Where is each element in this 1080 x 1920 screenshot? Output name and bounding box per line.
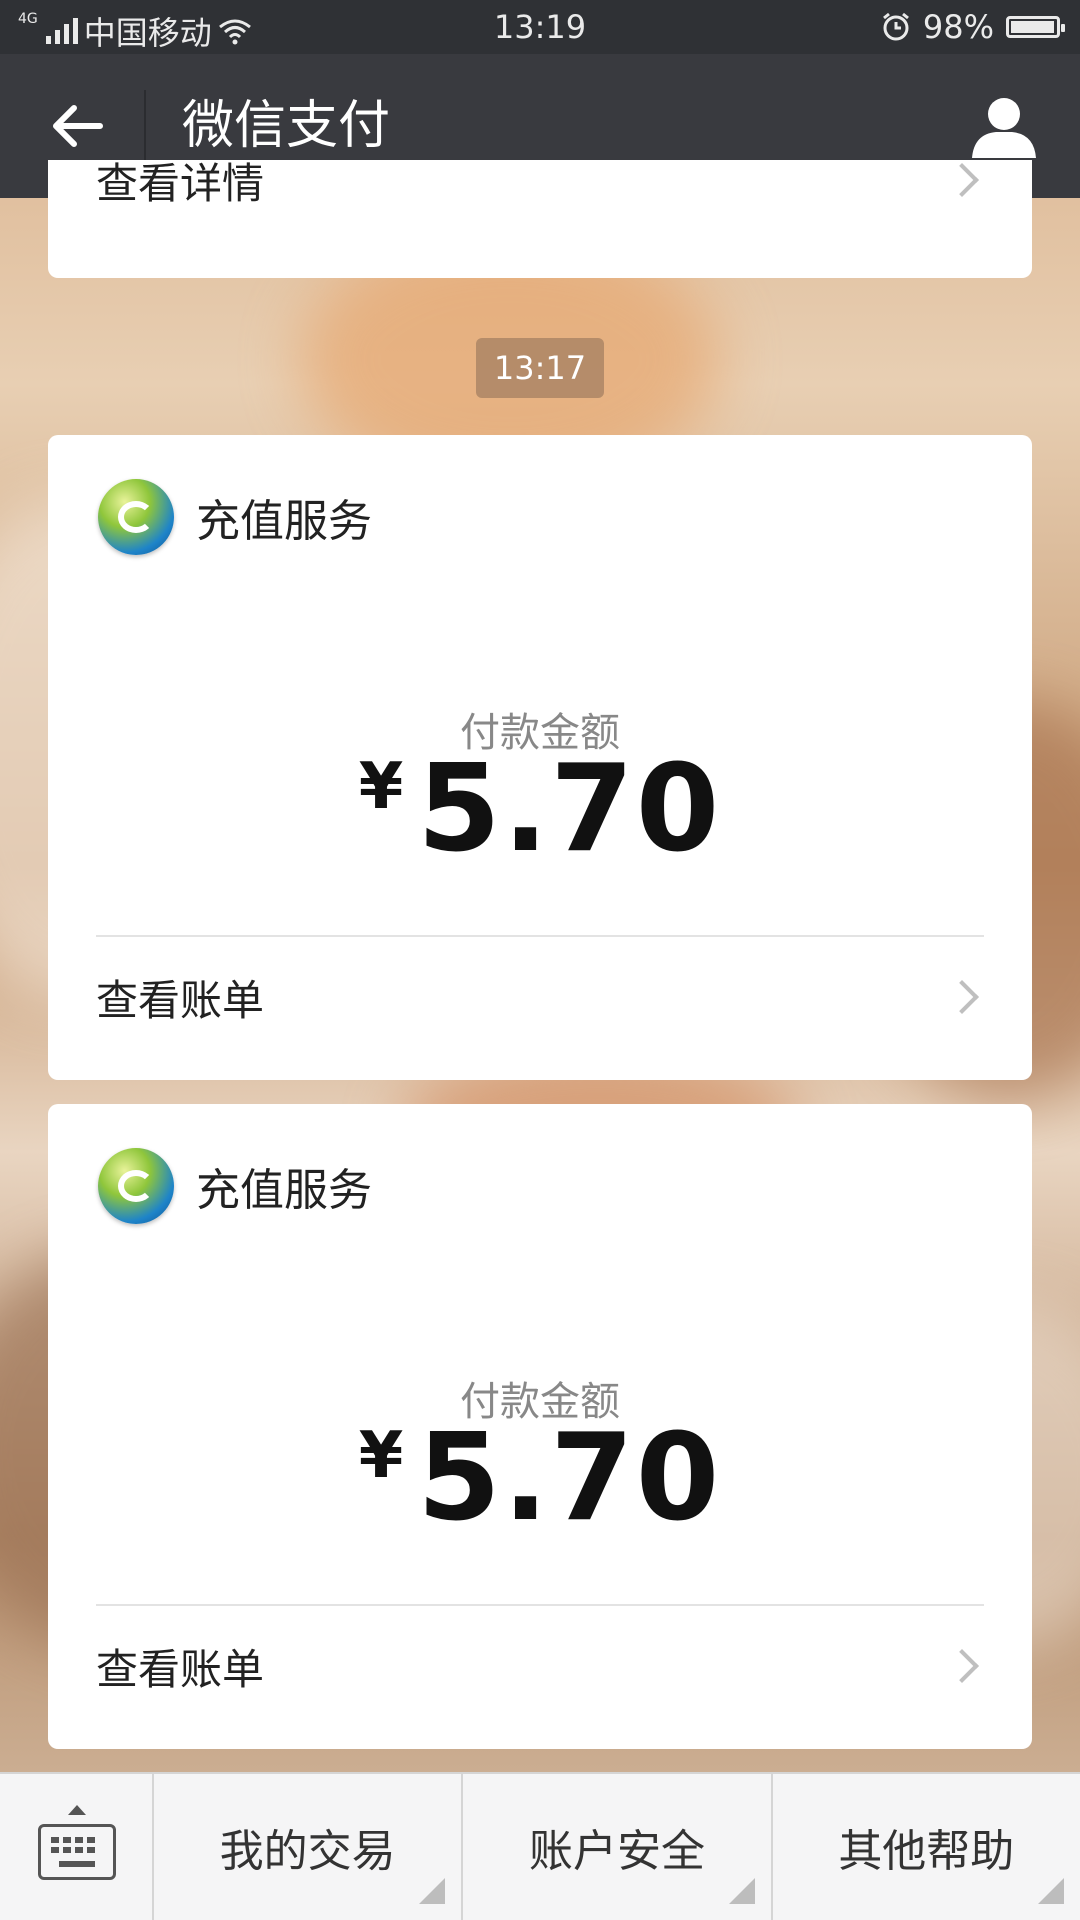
battery-percent: 98% [922,8,994,46]
battery-icon [1006,16,1065,38]
page-title: 微信支付 [182,96,391,156]
view-bill-row[interactable]: 查看账单 [96,937,984,1057]
amount-value: 5.70 [417,1409,722,1548]
view-bill-row[interactable]: 查看账单 [96,1606,984,1726]
view-bill-label: 查看账单 [96,975,265,1025]
currency-symbol: ¥ [358,750,404,824]
alarm-icon [882,12,909,41]
currency-symbol: ¥ [358,1419,404,1493]
payment-message-card[interactable]: 充值服务 付款金额 ¥5.70 查看账单 [48,435,1032,1080]
amount-value: 5.70 [417,740,722,879]
view-bill-label: 查看账单 [96,1644,265,1694]
message-timestamp: 13:17 [476,338,604,398]
title-divider [144,90,146,162]
merchant-name: 充值服务 [196,496,372,547]
status-bar: 4G 中国移动 13:19 98% [0,0,1080,54]
card-header: 充值服务 [98,1148,372,1224]
merchant-logo-icon [98,479,174,555]
menu-other-help[interactable]: 其他帮助 [773,1774,1080,1920]
partial-message-card[interactable]: 查看详情 [48,160,1032,278]
submenu-indicator-icon [728,1878,755,1904]
back-button[interactable] [40,90,112,162]
merchant-name: 充值服务 [196,1165,372,1216]
payment-amount: ¥5.70 [48,740,1032,879]
keyboard-toggle-button[interactable] [0,1774,154,1920]
battery-fill [1011,21,1055,33]
submenu-indicator-icon [419,1878,446,1904]
chat-screen: 4G 中国移动 13:19 98% 微信支付 查看详情 13:17 充值服务 付… [0,0,1080,1920]
status-right: 98% [881,8,1065,46]
details-label: 查看详情 [96,160,265,208]
bottom-menu: 我的交易 账户安全 其他帮助 [0,1772,1080,1920]
chevron-right-icon [945,1649,979,1683]
chevron-right-icon [945,163,979,197]
person-icon [972,98,1036,158]
details-row[interactable]: 查看详情 [96,160,984,240]
card-header: 充值服务 [98,479,372,555]
payment-message-card[interactable]: 充值服务 付款金额 ¥5.70 查看账单 [48,1104,1032,1749]
menu-item-label: 我的交易 [219,1826,396,1877]
arrow-left-icon [53,105,103,147]
merchant-logo-icon [98,1148,174,1224]
menu-item-label: 其他帮助 [838,1826,1015,1877]
menu-item-label: 账户安全 [528,1826,705,1877]
profile-button[interactable] [968,90,1040,162]
submenu-indicator-icon [1037,1878,1064,1904]
keyboard-icon [38,1805,116,1880]
menu-my-transactions[interactable]: 我的交易 [154,1774,464,1920]
payment-amount: ¥5.70 [48,1409,1032,1548]
chevron-right-icon [945,980,979,1014]
menu-account-security[interactable]: 账户安全 [463,1774,773,1920]
